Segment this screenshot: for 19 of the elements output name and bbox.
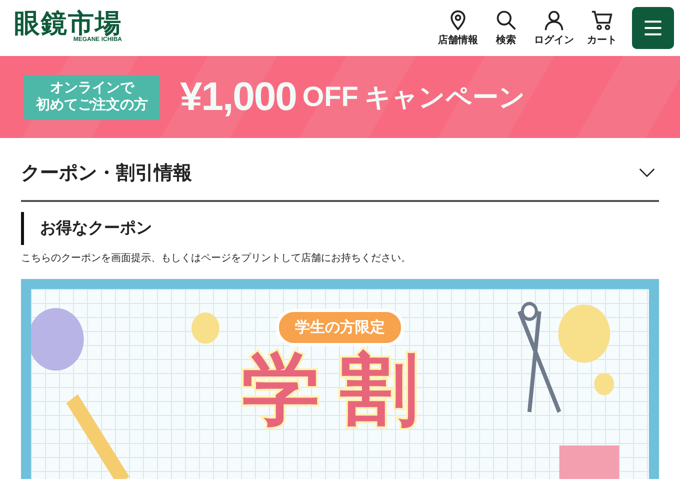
nav-link[interactable]: ログイン bbox=[534, 9, 574, 47]
subsection-heading: お得なクーポン bbox=[21, 212, 659, 245]
discount-amount: ¥1,000 bbox=[180, 74, 296, 120]
section-accordion[interactable]: クーポン・割引情報 bbox=[21, 138, 659, 202]
cart-icon bbox=[591, 9, 613, 31]
campaign-title: キャンペーン bbox=[364, 82, 526, 114]
logo-wordmark[interactable]: 眼鏡市場 bbox=[14, 11, 122, 38]
nav-link[interactable]: カート bbox=[582, 9, 622, 47]
search-icon bbox=[495, 9, 517, 31]
coupon-note: こちらのクーポンを画面提示、もしくはページをプリントして店舗にお持ちください。 bbox=[21, 253, 412, 265]
campaign-badge: オンラインで 初めてご注文の方 bbox=[24, 74, 160, 120]
student-discount-headline: 学割 bbox=[242, 346, 438, 436]
chevron-down-icon bbox=[639, 168, 655, 178]
nav-link[interactable]: 店舗情報 bbox=[438, 9, 478, 47]
student-only-pill: 学生の方限定 bbox=[276, 309, 404, 346]
menu-button[interactable] bbox=[632, 7, 674, 49]
nav-link[interactable]: 検索 bbox=[486, 9, 526, 47]
user-icon bbox=[543, 9, 565, 31]
discount-off-label: OFF bbox=[302, 81, 358, 113]
